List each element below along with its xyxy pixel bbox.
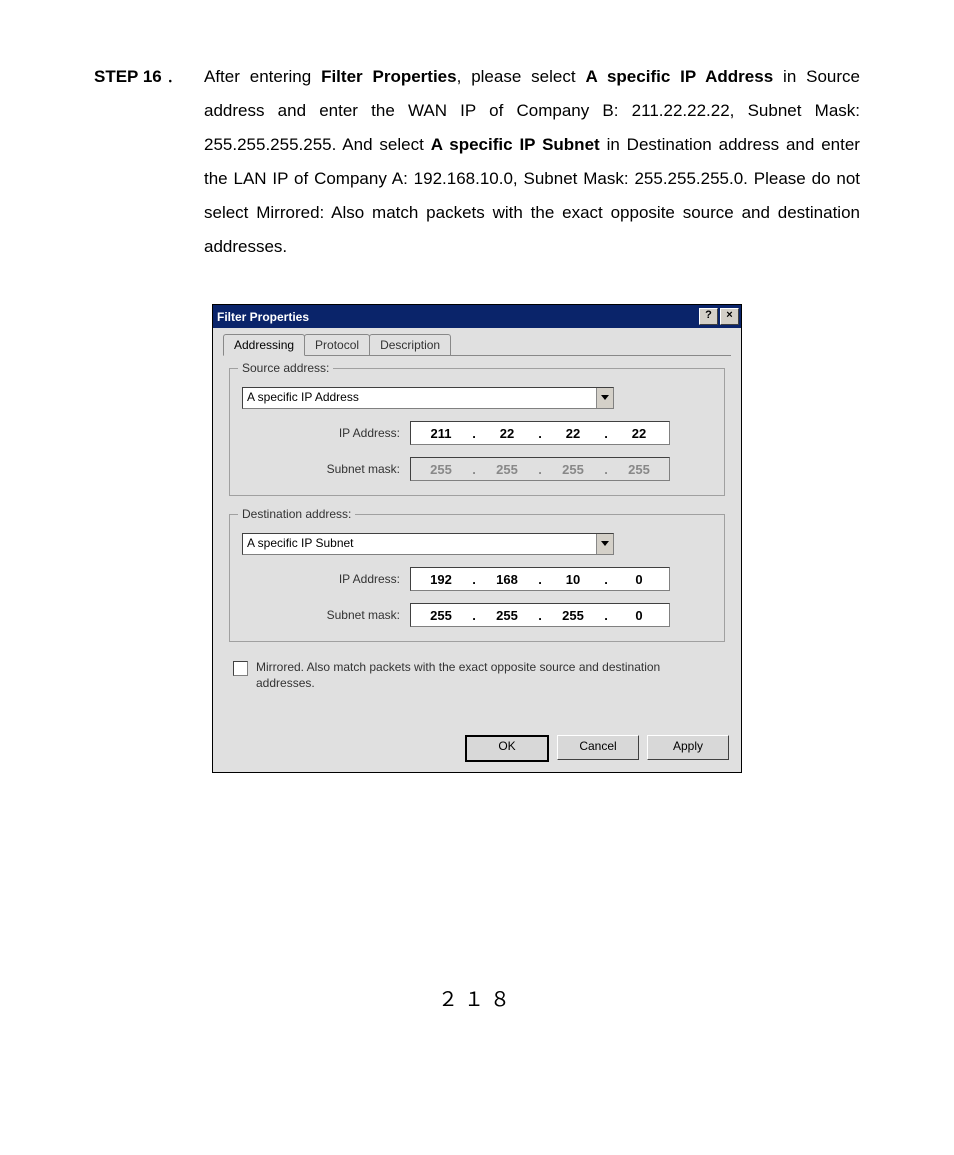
mirrored-checkbox[interactable] <box>233 661 248 676</box>
destination-type-value: A specific IP Subnet <box>243 534 596 554</box>
tab-description[interactable]: Description <box>369 334 451 355</box>
mask-octet: 255 <box>543 462 603 477</box>
ip-octet[interactable]: 0 <box>609 572 669 587</box>
source-type-value: A specific IP Address <box>243 388 596 408</box>
destination-mask-input[interactable]: 255. 255. 255. 0 <box>410 603 670 627</box>
mask-octet: 255 <box>609 462 669 477</box>
destination-type-combo[interactable]: A specific IP Subnet <box>242 533 614 555</box>
step-body: After entering Filter Properties, please… <box>204 60 860 264</box>
chevron-down-icon[interactable] <box>596 534 613 554</box>
step-label: STEP 16﹒ <box>94 60 204 94</box>
mirrored-label: Mirrored. Also match packets with the ex… <box>256 660 721 691</box>
source-legend: Source address: <box>238 361 333 375</box>
ip-octet[interactable]: 211 <box>411 426 471 441</box>
apply-button[interactable]: Apply <box>647 735 729 760</box>
ip-octet[interactable]: 22 <box>543 426 603 441</box>
ip-octet[interactable]: 168 <box>477 572 537 587</box>
source-ip-input[interactable]: 211. 22. 22. 22 <box>410 421 670 445</box>
tab-protocol[interactable]: Protocol <box>304 334 370 355</box>
bold-specific-ip-address: A specific IP Address <box>585 67 773 86</box>
ip-octet[interactable]: 22 <box>477 426 537 441</box>
destination-address-group: Destination address: A specific IP Subne… <box>229 514 725 642</box>
destination-ip-label: IP Address: <box>242 572 410 586</box>
titlebar: Filter Properties ? × <box>213 305 741 328</box>
destination-mask-label: Subnet mask: <box>242 608 410 622</box>
step-paragraph: STEP 16﹒ After entering Filter Propertie… <box>94 60 860 264</box>
bold-specific-ip-subnet: A specific IP Subnet <box>431 135 600 154</box>
source-mask-input: 255. 255. 255. 255 <box>410 457 670 481</box>
ip-octet[interactable]: 10 <box>543 572 603 587</box>
mask-octet[interactable]: 0 <box>609 608 669 623</box>
tab-addressing[interactable]: Addressing <box>223 334 305 356</box>
source-type-combo[interactable]: A specific IP Address <box>242 387 614 409</box>
close-button[interactable]: × <box>720 308 739 325</box>
mask-octet: 255 <box>411 462 471 477</box>
ip-octet[interactable]: 22 <box>609 426 669 441</box>
mask-octet: 255 <box>477 462 537 477</box>
text: After entering <box>204 67 321 86</box>
ip-octet[interactable]: 192 <box>411 572 471 587</box>
destination-ip-input[interactable]: 192. 168. 10. 0 <box>410 567 670 591</box>
destination-legend: Destination address: <box>238 507 355 521</box>
mask-octet[interactable]: 255 <box>477 608 537 623</box>
source-address-group: Source address: A specific IP Address IP… <box>229 368 725 496</box>
ok-button[interactable]: OK <box>465 735 549 762</box>
help-button[interactable]: ? <box>699 308 718 325</box>
dialog-title: Filter Properties <box>217 310 697 324</box>
mask-octet[interactable]: 255 <box>543 608 603 623</box>
source-ip-label: IP Address: <box>242 426 410 440</box>
mask-octet[interactable]: 255 <box>411 608 471 623</box>
text: , please select <box>457 67 586 86</box>
filter-properties-dialog: Filter Properties ? × Addressing Protoco… <box>212 304 742 773</box>
bold-filter-properties: Filter Properties <box>321 67 457 86</box>
page-number: ２１８ <box>94 983 860 1013</box>
chevron-down-icon[interactable] <box>596 388 613 408</box>
cancel-button[interactable]: Cancel <box>557 735 639 760</box>
tab-strip: Addressing Protocol Description <box>223 334 731 356</box>
source-mask-label: Subnet mask: <box>242 462 410 476</box>
